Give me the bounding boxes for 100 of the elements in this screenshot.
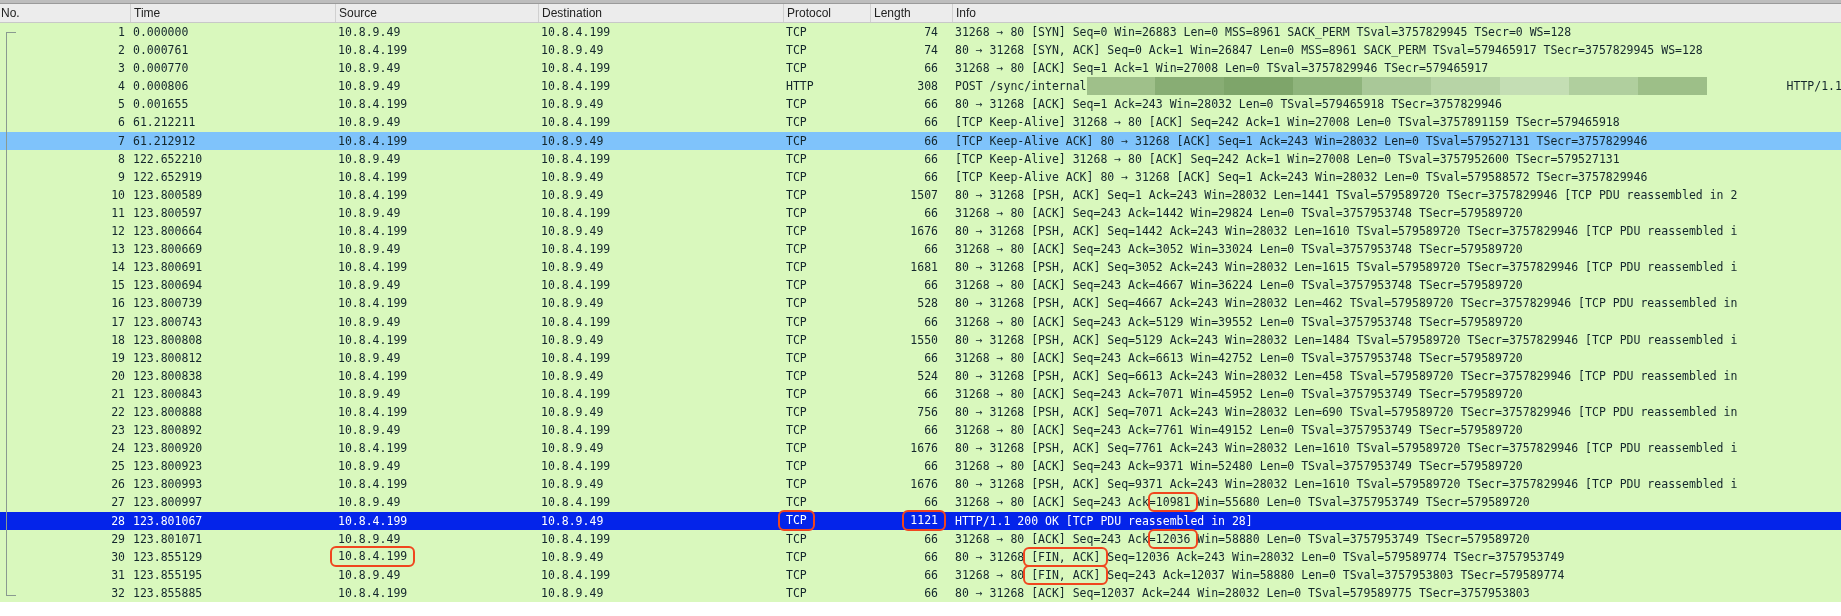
length-cell-text: 1676 xyxy=(910,223,938,241)
destination-cell-text: 10.8.9.49 xyxy=(541,440,604,458)
packet-number: 1 xyxy=(118,24,125,41)
protocol-cell-text: TCP xyxy=(786,422,807,440)
source-cell-text: 10.8.9.49 xyxy=(338,241,401,259)
column-header[interactable]: Length xyxy=(870,4,952,22)
length-cell-text: 74 xyxy=(924,24,938,41)
length-cell-text: 66 xyxy=(924,313,938,331)
packet-row[interactable]: 2 0.000761 10.8.4.199 10.8.9.49 TCP 74 80 → 31268 [SYN, ACK] Seq=0 Ack=1 Win=26847 Len=0 MSS=8961 SACK_PERM TSval=579465917 TSecr=3757829945 WS=128 xyxy=(0,41,1841,60)
info-cell-text: 31268 → 80 [ACK] Seq=243 Ack=5129 Win=39552 Len=0 TSval=3757953748 TSecr=579589720 xyxy=(955,313,1523,331)
time-cell-text: 0.000761 xyxy=(133,42,189,60)
packet-number: 13 xyxy=(111,241,125,259)
length-cell-text: 66 xyxy=(924,385,938,403)
info-cell-text: 31268 → 80 [ACK] Seq=243 Ack=4667 Win=36224 Len=0 TSval=3757953748 TSecr=579589720 xyxy=(955,277,1523,295)
column-header[interactable]: Time xyxy=(130,4,335,22)
source-cell-text: 10.8.9.49 xyxy=(338,277,401,295)
length-cell-text: 1676 xyxy=(910,440,938,458)
destination-cell-text: 10.8.4.199 xyxy=(541,530,611,548)
time-cell-text: 123.800664 xyxy=(133,223,203,241)
packet-row[interactable]: 15 123.800694 10.8.9.49 10.8.4.199 TCP 66 31268 → 80 [ACK] Seq=243 Ack=4667 Win=36224 Len=0 TSval=3757953748 TSecr=579589720 xyxy=(0,276,1841,295)
packet-row[interactable]: 24 123.800920 10.8.4.199 10.8.9.49 TCP 1676 80 → 31268 [PSH, ACK] Seq=7761 Ack=243 Win=28032 Len=1610 TSval=579589720 TSecr=3757829946 [TCP PDU reassembled i xyxy=(0,439,1841,458)
time-cell-text: 123.800993 xyxy=(133,476,203,494)
length-cell-text: 308 xyxy=(917,78,938,96)
column-header[interactable]: Destination xyxy=(538,4,783,22)
protocol-cell: TCP xyxy=(780,512,813,530)
column-header[interactable]: No. xyxy=(0,4,130,22)
source-cell-text: 10.8.9.49 xyxy=(338,349,401,367)
source-cell-text: 10.8.4.199 xyxy=(338,367,408,385)
protocol-cell-text: TCP xyxy=(786,277,807,295)
packet-number: 23 xyxy=(111,422,125,440)
source-cell-text: 10.8.9.49 xyxy=(338,458,401,476)
packet-row[interactable]: 16 123.800739 10.8.4.199 10.8.9.49 TCP 528 80 → 31268 [PSH, ACK] Seq=4667 Ack=243 Win=28032 Len=462 TSval=579589720 TSecr=3757829946 [TCP PDU reassembled in xyxy=(0,294,1841,313)
packet-number: 28 xyxy=(111,512,125,530)
packet-row[interactable]: 5 0.001655 10.8.4.199 10.8.9.49 TCP 66 80 → 31268 [ACK] Seq=1 Ack=243 Win=28032 Len=0 TSval=579465918 TSecr=3757829946 xyxy=(0,95,1841,114)
source-cell-text: 10.8.9.49 xyxy=(338,530,401,548)
time-cell-text: 123.855129 xyxy=(133,548,203,566)
destination-cell-text: 10.8.4.199 xyxy=(541,277,611,295)
info-cell-text: 31268 → 80 [ACK] Seq=243 Ack=3052 Win=33024 Len=0 TSval=3757953748 TSecr=579589720 xyxy=(955,241,1523,259)
packet-row[interactable]: 14 123.800691 10.8.4.199 10.8.9.49 TCP 1681 80 → 31268 [PSH, ACK] Seq=3052 Ack=243 Win=28032 Len=1615 TSval=579589720 TSecr=3757829946 [TCP PDU reassembled i xyxy=(0,258,1841,277)
time-cell-text: 123.800843 xyxy=(133,385,203,403)
time-cell-text: 0.000806 xyxy=(133,78,189,96)
column-header[interactable]: Protocol xyxy=(783,4,870,22)
packet-row[interactable]: 30 123.855129 10.8.4.199 10.8.9.49 TCP 66 80 → 31268 [FIN, ACK] Seq=12036 Ack=243 Win=28032 Len=0 TSval=579589774 TSecr=3757953749 xyxy=(0,547,1841,566)
destination-cell-text: 10.8.9.49 xyxy=(541,42,604,60)
time-cell-text: 123.800892 xyxy=(133,422,203,440)
packet-row[interactable]: 13 123.800669 10.8.9.49 10.8.4.199 TCP 66 31268 → 80 [ACK] Seq=243 Ack=3052 Win=33024 Len=0 TSval=3757953748 TSecr=579589720 xyxy=(0,240,1841,259)
packet-number: 6 xyxy=(118,114,125,132)
protocol-cell-text: TCP xyxy=(786,241,807,259)
protocol-cell-text: TCP xyxy=(786,313,807,331)
time-cell-text: 123.800694 xyxy=(133,277,203,295)
packet-number: 3 xyxy=(118,60,125,78)
length-cell-text: 1676 xyxy=(910,476,938,494)
source-cell-text: 10.8.9.49 xyxy=(338,114,401,132)
packet-number: 16 xyxy=(111,295,125,313)
source-cell-text: 10.8.4.199 xyxy=(338,584,408,602)
info-cell-text: 80 → 31268 [PSH, ACK] Seq=7761 Ack=243 Win=28032 Len=1610 TSval=579589720 TSecr=3757829946 [TCP PDU reassembled i xyxy=(955,440,1738,458)
destination-cell-text: 10.8.4.199 xyxy=(541,78,611,96)
packet-number: 22 xyxy=(111,403,125,421)
packet-row[interactable]: 6 61.212211 10.8.9.49 10.8.4.199 TCP 66 [TCP Keep-Alive] 31268 → 80 [ACK] Seq=242 Ack=1 Win=27008 Len=0 TSval=3757891159 TSecr=579465918 xyxy=(0,113,1841,132)
column-header[interactable]: Source xyxy=(335,4,538,22)
packet-row[interactable]: 12 123.800664 10.8.4.199 10.8.9.49 TCP 1676 80 → 31268 [PSH, ACK] Seq=1442 Ack=243 Win=28032 Len=1610 TSval=579589720 TSecr=3757829946 [TCP PDU reassembled i xyxy=(0,222,1841,241)
source-cell-text: 10.8.9.49 xyxy=(338,494,401,512)
destination-cell-text: 10.8.9.49 xyxy=(541,96,604,114)
length-cell-text: 66 xyxy=(924,132,938,150)
packet-number: 10 xyxy=(111,186,125,204)
packet-row[interactable]: 1 0.000000 10.8.9.49 10.8.4.199 TCP 74 31268 → 80 [SYN] Seq=0 Win=26883 Len=0 MSS=8961 SACK_PERM TSval=3757829945 TSecr=0 WS=128 xyxy=(0,23,1841,42)
packet-row[interactable]: 26 123.800993 10.8.4.199 10.8.9.49 TCP 1676 80 → 31268 [PSH, ACK] Seq=9371 Ack=243 Win=28032 Len=1610 TSval=579589720 TSecr=3757829946 [TCP PDU reassembled i xyxy=(0,475,1841,494)
time-cell-text: 0.001655 xyxy=(133,96,189,114)
source-cell-text: 10.8.9.49 xyxy=(338,385,401,403)
info-cell-text: 31268 → 80 [ACK] Seq=243 Ack=7761 Win=49152 Len=0 TSval=3757953749 TSecr=579589720 xyxy=(955,422,1523,440)
protocol-cell-text: TCP xyxy=(786,385,807,403)
protocol-cell-text: TCP xyxy=(786,440,807,458)
destination-cell-text: 10.8.4.199 xyxy=(541,349,611,367)
length-cell-text: 524 xyxy=(917,367,938,385)
info-cell-text: 80 → 31268 [PSH, ACK] Seq=3052 Ack=243 Win=28032 Len=1615 TSval=579589720 TSecr=3757829946 [TCP PDU reassembled i xyxy=(955,259,1738,277)
time-cell-text: 123.855885 xyxy=(133,584,203,602)
length-cell-text: 74 xyxy=(924,42,938,60)
source-cell-text: 10.8.9.49 xyxy=(338,204,401,222)
protocol-cell-text: TCP xyxy=(786,186,807,204)
info-cell-text: 31268 → 80 [ACK] Seq=243 Ack=6613 Win=42752 Len=0 TSval=3757953748 TSecr=579589720 xyxy=(955,349,1523,367)
packet-row[interactable]: 3 0.000770 10.8.9.49 10.8.4.199 TCP 66 31268 → 80 [ACK] Seq=1 Ack=1 Win=27008 Len=0 TSval=3757829946 TSecr=579465917 xyxy=(0,59,1841,78)
time-cell-text: 123.800838 xyxy=(133,367,203,385)
time-cell-text: 123.801071 xyxy=(133,530,203,548)
info-cell-text: 80 → 31268 [PSH, ACK] Seq=1442 Ack=243 Win=28032 Len=1610 TSval=579589720 TSecr=3757829946 [TCP PDU reassembled i xyxy=(955,223,1738,241)
packet-number: 7 xyxy=(118,132,125,150)
packet-row[interactable]: 4 0.000806 10.8.9.49 10.8.4.199 HTTP 308 POST /sync/internal HTTP/1.1 xyxy=(0,77,1841,96)
length-cell: 1121 xyxy=(904,512,944,530)
column-header[interactable]: Info xyxy=(952,4,1841,22)
packet-number: 17 xyxy=(111,313,125,331)
time-cell-text: 61.212912 xyxy=(133,132,196,150)
length-cell-text: 66 xyxy=(924,494,938,512)
destination-cell-text: 10.8.4.199 xyxy=(541,60,611,78)
length-cell-text: 528 xyxy=(917,295,938,313)
packet-number: 15 xyxy=(111,277,125,295)
destination-cell-text: 10.8.4.199 xyxy=(541,385,611,403)
destination-cell-text: 10.8.4.199 xyxy=(541,150,611,168)
packet-row[interactable]: 23 123.800892 10.8.9.49 10.8.4.199 TCP 66 31268 → 80 [ACK] Seq=243 Ack=7761 Win=49152 Len=0 TSval=3757953749 TSecr=579589720 xyxy=(0,421,1841,440)
packet-row[interactable]: 25 123.800923 10.8.9.49 10.8.4.199 TCP 66 31268 → 80 [ACK] Seq=243 Ack=9371 Win=52480 Len=0 TSval=3757953749 TSecr=579589720 xyxy=(0,457,1841,476)
protocol-cell-text: TCP xyxy=(786,584,807,602)
time-cell-text: 123.800669 xyxy=(133,241,203,259)
